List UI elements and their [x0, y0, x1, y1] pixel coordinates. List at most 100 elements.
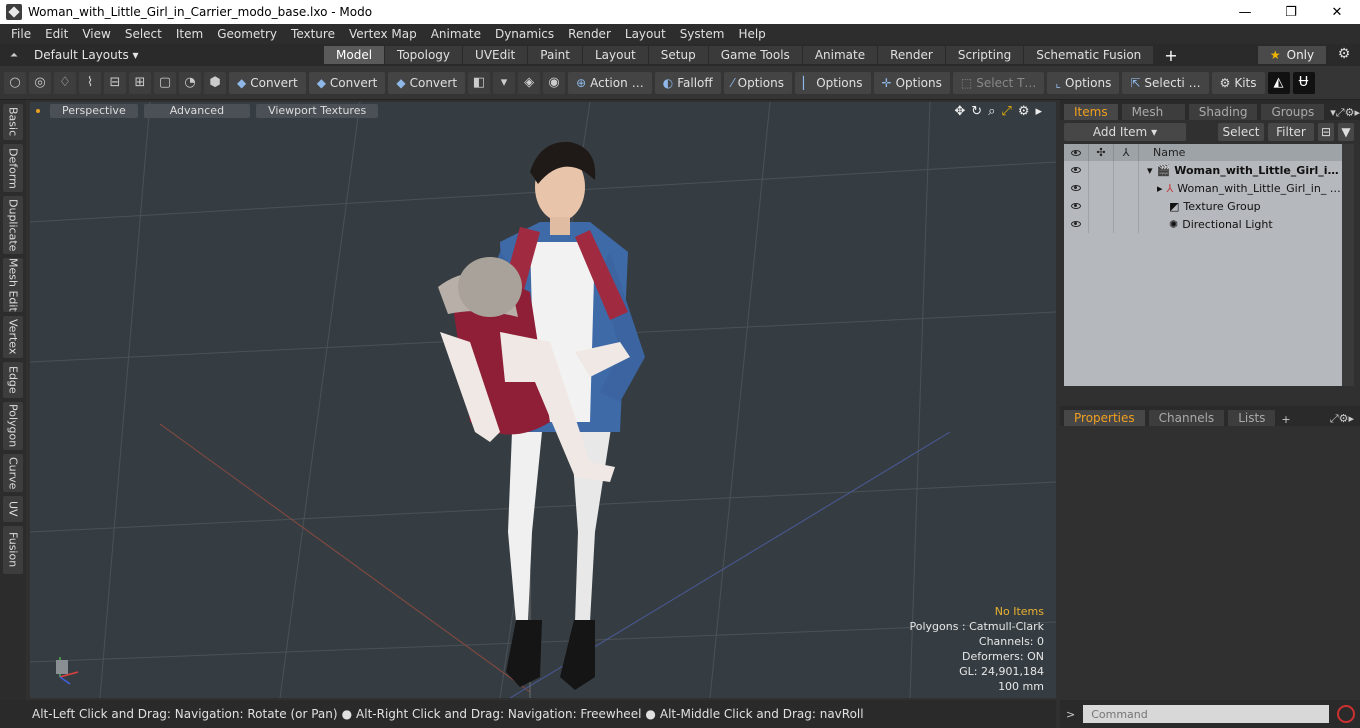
only-toggle[interactable]: ★ Only [1258, 46, 1326, 64]
tab-render[interactable]: Render [878, 46, 945, 64]
menu-edit[interactable]: Edit [38, 27, 75, 41]
menu-texture[interactable]: Texture [284, 27, 342, 41]
add-tab-icon[interactable]: + [1281, 413, 1290, 426]
menu-dynamics[interactable]: Dynamics [488, 27, 561, 41]
viewport-gear-icon[interactable]: ⚙ [1018, 104, 1030, 119]
item-list-scrollbar[interactable] [1342, 144, 1354, 386]
symmetry-icon[interactable]: ◈ [518, 71, 541, 94]
menu-item[interactable]: Item [169, 27, 210, 41]
tab-layout[interactable]: Layout [582, 46, 648, 64]
layout-collapse-icon[interactable]: ⏶ [4, 50, 24, 61]
side-tab-basic[interactable]: Basic [3, 104, 23, 140]
side-tab-edge[interactable]: Edge [3, 362, 23, 398]
expand-icon[interactable]: ▾ [1147, 164, 1153, 177]
action-center-button[interactable]: ⊕ Action… [568, 71, 652, 94]
zoom-icon[interactable]: ⌕ [988, 104, 995, 119]
viewport-textures-tab[interactable]: Viewport Textures [256, 104, 379, 118]
command-input[interactable] [1083, 705, 1330, 723]
tab-uvedit[interactable]: UVEdit [463, 46, 528, 64]
circle-icon[interactable]: ◔ [179, 71, 201, 94]
options-button-4[interactable]: ⌞ Options [1047, 71, 1120, 94]
tab-items[interactable]: Items [1064, 104, 1118, 120]
side-tab-deform[interactable]: Deform [3, 144, 23, 192]
edges-icon[interactable]: ⊟ [104, 71, 126, 94]
item-row-scene[interactable]: ▾ 🎬 Woman_with_Little_Girl_i… [1064, 161, 1342, 179]
item-row-directional-light[interactable]: ✺ Directional Light [1064, 215, 1342, 233]
side-tab-polygon[interactable]: Polygon [3, 402, 23, 450]
maximize-view-icon[interactable]: ⤢ [1001, 104, 1011, 119]
select-button[interactable]: Select [1218, 123, 1264, 141]
advanced-tab[interactable]: Advanced [143, 104, 251, 118]
side-tab-duplicate[interactable]: Duplicate [3, 196, 23, 254]
command-history-icon[interactable]: > [1066, 708, 1075, 721]
item-row-texture-group[interactable]: ◩ Texture Group [1064, 197, 1342, 215]
box-icon[interactable]: ◧ [468, 71, 491, 94]
panel-menu-icon[interactable]: ⤢⚙▸ [1330, 412, 1354, 426]
tab-paint[interactable]: Paint [528, 46, 582, 64]
menu-system[interactable]: System [673, 27, 732, 41]
globe-icon[interactable]: ◎ [29, 71, 51, 94]
side-tab-curve[interactable]: Curve [3, 454, 23, 492]
visibility-toggle-icon[interactable] [1064, 161, 1089, 179]
lock-column-icon[interactable]: ✣ [1089, 144, 1114, 161]
tab-setup[interactable]: Setup [648, 46, 708, 64]
move-view-icon[interactable]: ✥ [954, 104, 965, 119]
name-column-header[interactable]: Name [1139, 144, 1185, 161]
chevron-down-icon[interactable]: ▾ [493, 71, 516, 94]
unreal-icon[interactable]: Ʉ [1292, 71, 1315, 94]
3d-viewport[interactable]: Perspective Advanced Viewport Textures ✥… [30, 102, 1056, 698]
tab-mesh[interactable]: Mesh … [1121, 104, 1185, 135]
side-tab-vertex[interactable]: Vertex [3, 316, 23, 358]
tab-model[interactable]: Model [324, 46, 385, 64]
layout-dropdown[interactable]: Default Layouts ▾ [34, 48, 324, 62]
menu-render[interactable]: Render [561, 27, 618, 41]
visibility-toggle-icon[interactable] [1064, 215, 1089, 233]
type-column-icon[interactable]: ⅄ [1114, 144, 1139, 161]
convert-button-2[interactable]: ◆ Convert [308, 71, 386, 94]
brush-icon[interactable]: ⌇ [79, 71, 101, 94]
kits-button[interactable]: ⚙ Kits [1211, 71, 1265, 94]
menu-layout[interactable]: Layout [618, 27, 673, 41]
perspective-tab[interactable]: Perspective [50, 104, 138, 118]
select-through-button[interactable]: ⬚ Select T… [952, 71, 1045, 94]
shield-icon[interactable]: ⬢ [204, 71, 226, 94]
tab-lists[interactable]: Lists [1228, 410, 1276, 426]
filter-button[interactable]: Filter [1268, 123, 1314, 141]
falloff-button[interactable]: ◐ Falloff [654, 71, 721, 94]
options-button-3[interactable]: ✛ Options [873, 71, 950, 94]
funnel-icon[interactable]: ▼ [1338, 123, 1354, 141]
menu-geometry[interactable]: Geometry [210, 27, 284, 41]
expand-icon[interactable]: ▸ [1157, 182, 1163, 195]
panel-menu-icon[interactable]: ▾⤢⚙▸ [1330, 106, 1360, 120]
visibility-column-icon[interactable] [1064, 144, 1089, 161]
menu-help[interactable]: Help [731, 27, 772, 41]
unity-icon[interactable]: ◭ [1267, 71, 1290, 94]
side-tab-mesh-edit[interactable]: Mesh Edit [3, 258, 23, 312]
menu-vertex-map[interactable]: Vertex Map [342, 27, 424, 41]
maximize-button[interactable]: ❐ [1268, 0, 1314, 24]
convert-button-1[interactable]: ◆ Convert [229, 71, 306, 94]
close-button[interactable]: ✕ [1314, 0, 1360, 24]
selection-button[interactable]: ⇱ Selecti … [1122, 71, 1209, 94]
convert-button-3[interactable]: ◆ Convert [388, 71, 466, 94]
menu-select[interactable]: Select [118, 27, 169, 41]
expand-arrow-icon[interactable]: ▸ [1035, 104, 1042, 119]
gear-icon[interactable]: ⚙ [1334, 46, 1354, 64]
pen-icon[interactable]: ♢ [54, 71, 76, 94]
visibility-toggle-icon[interactable] [1064, 197, 1089, 215]
polygon-icon[interactable]: ⊞ [129, 71, 151, 94]
collapse-icon[interactable]: ⊟ [1318, 123, 1334, 141]
tab-animate[interactable]: Animate [802, 46, 878, 64]
vertex-mode-icon[interactable]: ○ [4, 71, 26, 94]
item-row-mesh[interactable]: ▸ ⅄ Woman_with_Little_Girl_in_ … [1064, 179, 1342, 197]
options-button-2[interactable]: ▏ Options [794, 71, 871, 94]
menu-view[interactable]: View [75, 27, 117, 41]
tab-groups[interactable]: Groups [1261, 104, 1325, 120]
tab-channels[interactable]: Channels [1148, 410, 1225, 426]
tab-topology[interactable]: Topology [385, 46, 463, 64]
minimize-button[interactable]: — [1222, 0, 1268, 24]
tab-schematic-fusion[interactable]: Schematic Fusion [1024, 46, 1154, 64]
side-tab-fusion[interactable]: Fusion [3, 526, 23, 574]
tab-properties[interactable]: Properties [1064, 410, 1145, 426]
side-tab-uv[interactable]: UV [3, 496, 23, 522]
